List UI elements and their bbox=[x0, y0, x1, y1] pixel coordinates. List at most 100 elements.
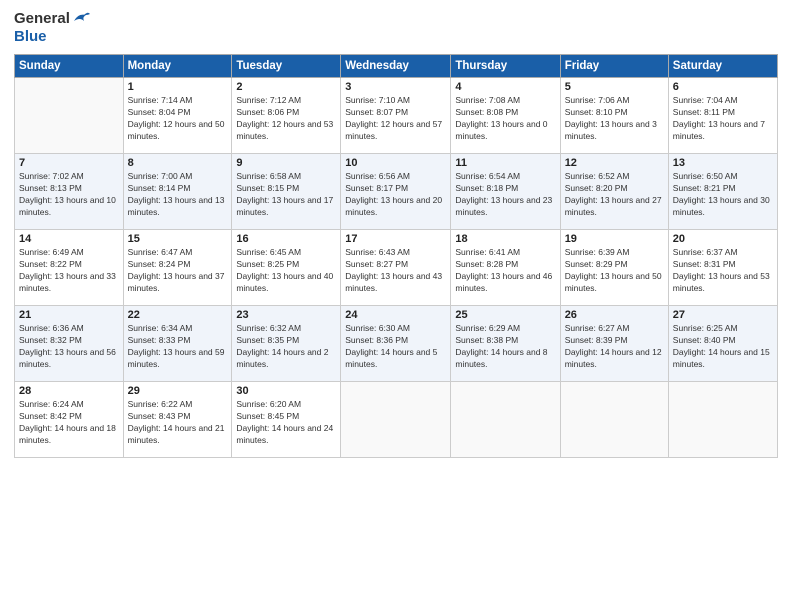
calendar-cell: 9 Sunrise: 6:58 AMSunset: 8:15 PMDayligh… bbox=[232, 154, 341, 230]
day-info: Sunrise: 6:34 AMSunset: 8:33 PMDaylight:… bbox=[128, 323, 225, 369]
day-number: 3 bbox=[345, 81, 446, 93]
day-info: Sunrise: 6:45 AMSunset: 8:25 PMDaylight:… bbox=[236, 247, 333, 293]
logo: General Blue bbox=[14, 10, 90, 46]
calendar-cell: 27 Sunrise: 6:25 AMSunset: 8:40 PMDaylig… bbox=[668, 306, 777, 382]
day-number: 20 bbox=[673, 233, 773, 245]
day-info: Sunrise: 6:29 AMSunset: 8:38 PMDaylight:… bbox=[455, 323, 547, 369]
day-info: Sunrise: 6:58 AMSunset: 8:15 PMDaylight:… bbox=[236, 171, 333, 217]
day-number: 27 bbox=[673, 309, 773, 321]
day-info: Sunrise: 6:27 AMSunset: 8:39 PMDaylight:… bbox=[565, 323, 662, 369]
calendar-cell: 21 Sunrise: 6:36 AMSunset: 8:32 PMDaylig… bbox=[15, 306, 124, 382]
day-info: Sunrise: 6:36 AMSunset: 8:32 PMDaylight:… bbox=[19, 323, 116, 369]
day-number: 25 bbox=[455, 309, 555, 321]
calendar-cell: 17 Sunrise: 6:43 AMSunset: 8:27 PMDaylig… bbox=[341, 230, 451, 306]
calendar-cell: 30 Sunrise: 6:20 AMSunset: 8:45 PMDaylig… bbox=[232, 382, 341, 458]
logo-blue-text2: Blue bbox=[14, 28, 90, 46]
calendar-week-row: 28 Sunrise: 6:24 AMSunset: 8:42 PMDaylig… bbox=[15, 382, 778, 458]
calendar-table: SundayMondayTuesdayWednesdayThursdayFrid… bbox=[14, 54, 778, 458]
day-number: 30 bbox=[236, 385, 336, 397]
calendar-cell: 10 Sunrise: 6:56 AMSunset: 8:17 PMDaylig… bbox=[341, 154, 451, 230]
day-number: 5 bbox=[565, 81, 664, 93]
day-header: Saturday bbox=[668, 55, 777, 78]
day-header: Monday bbox=[123, 55, 232, 78]
calendar-cell: 11 Sunrise: 6:54 AMSunset: 8:18 PMDaylig… bbox=[451, 154, 560, 230]
header: General Blue bbox=[14, 10, 778, 46]
day-number: 17 bbox=[345, 233, 446, 245]
day-info: Sunrise: 6:24 AMSunset: 8:42 PMDaylight:… bbox=[19, 399, 116, 445]
calendar-cell bbox=[15, 78, 124, 154]
day-number: 15 bbox=[128, 233, 228, 245]
day-info: Sunrise: 6:54 AMSunset: 8:18 PMDaylight:… bbox=[455, 171, 552, 217]
calendar-week-row: 21 Sunrise: 6:36 AMSunset: 8:32 PMDaylig… bbox=[15, 306, 778, 382]
day-header: Sunday bbox=[15, 55, 124, 78]
day-info: Sunrise: 6:20 AMSunset: 8:45 PMDaylight:… bbox=[236, 399, 333, 445]
calendar-cell: 13 Sunrise: 6:50 AMSunset: 8:21 PMDaylig… bbox=[668, 154, 777, 230]
calendar-cell: 28 Sunrise: 6:24 AMSunset: 8:42 PMDaylig… bbox=[15, 382, 124, 458]
calendar-week-row: 1 Sunrise: 7:14 AMSunset: 8:04 PMDayligh… bbox=[15, 78, 778, 154]
day-info: Sunrise: 6:49 AMSunset: 8:22 PMDaylight:… bbox=[19, 247, 116, 293]
day-number: 19 bbox=[565, 233, 664, 245]
calendar-cell: 7 Sunrise: 7:02 AMSunset: 8:13 PMDayligh… bbox=[15, 154, 124, 230]
day-info: Sunrise: 6:25 AMSunset: 8:40 PMDaylight:… bbox=[673, 323, 770, 369]
day-info: Sunrise: 6:50 AMSunset: 8:21 PMDaylight:… bbox=[673, 171, 770, 217]
header-row: SundayMondayTuesdayWednesdayThursdayFrid… bbox=[15, 55, 778, 78]
day-number: 21 bbox=[19, 309, 119, 321]
day-number: 28 bbox=[19, 385, 119, 397]
day-info: Sunrise: 7:08 AMSunset: 8:08 PMDaylight:… bbox=[455, 95, 547, 141]
day-number: 1 bbox=[128, 81, 228, 93]
day-number: 7 bbox=[19, 157, 119, 169]
day-info: Sunrise: 6:30 AMSunset: 8:36 PMDaylight:… bbox=[345, 323, 437, 369]
calendar-cell: 15 Sunrise: 6:47 AMSunset: 8:24 PMDaylig… bbox=[123, 230, 232, 306]
day-number: 2 bbox=[236, 81, 336, 93]
day-number: 14 bbox=[19, 233, 119, 245]
calendar-cell: 19 Sunrise: 6:39 AMSunset: 8:29 PMDaylig… bbox=[560, 230, 668, 306]
day-info: Sunrise: 6:41 AMSunset: 8:28 PMDaylight:… bbox=[455, 247, 552, 293]
calendar-cell: 24 Sunrise: 6:30 AMSunset: 8:36 PMDaylig… bbox=[341, 306, 451, 382]
day-info: Sunrise: 7:04 AMSunset: 8:11 PMDaylight:… bbox=[673, 95, 765, 141]
day-number: 10 bbox=[345, 157, 446, 169]
calendar-cell: 22 Sunrise: 6:34 AMSunset: 8:33 PMDaylig… bbox=[123, 306, 232, 382]
calendar-cell: 2 Sunrise: 7:12 AMSunset: 8:06 PMDayligh… bbox=[232, 78, 341, 154]
day-number: 29 bbox=[128, 385, 228, 397]
day-info: Sunrise: 6:22 AMSunset: 8:43 PMDaylight:… bbox=[128, 399, 225, 445]
day-header: Tuesday bbox=[232, 55, 341, 78]
day-info: Sunrise: 7:06 AMSunset: 8:10 PMDaylight:… bbox=[565, 95, 657, 141]
day-info: Sunrise: 6:39 AMSunset: 8:29 PMDaylight:… bbox=[565, 247, 662, 293]
day-number: 16 bbox=[236, 233, 336, 245]
calendar-cell: 8 Sunrise: 7:00 AMSunset: 8:14 PMDayligh… bbox=[123, 154, 232, 230]
day-info: Sunrise: 7:10 AMSunset: 8:07 PMDaylight:… bbox=[345, 95, 442, 141]
day-info: Sunrise: 6:32 AMSunset: 8:35 PMDaylight:… bbox=[236, 323, 328, 369]
calendar-cell bbox=[668, 382, 777, 458]
calendar-cell: 29 Sunrise: 6:22 AMSunset: 8:43 PMDaylig… bbox=[123, 382, 232, 458]
calendar-cell bbox=[451, 382, 560, 458]
calendar-week-row: 7 Sunrise: 7:02 AMSunset: 8:13 PMDayligh… bbox=[15, 154, 778, 230]
day-header: Wednesday bbox=[341, 55, 451, 78]
calendar-cell: 26 Sunrise: 6:27 AMSunset: 8:39 PMDaylig… bbox=[560, 306, 668, 382]
calendar-cell: 3 Sunrise: 7:10 AMSunset: 8:07 PMDayligh… bbox=[341, 78, 451, 154]
day-info: Sunrise: 7:02 AMSunset: 8:13 PMDaylight:… bbox=[19, 171, 116, 217]
calendar-cell: 16 Sunrise: 6:45 AMSunset: 8:25 PMDaylig… bbox=[232, 230, 341, 306]
calendar-cell: 6 Sunrise: 7:04 AMSunset: 8:11 PMDayligh… bbox=[668, 78, 777, 154]
page: General Blue SundayMondayTuesdayWednesda… bbox=[0, 0, 792, 612]
logo-general-text2: General bbox=[14, 10, 70, 28]
day-number: 23 bbox=[236, 309, 336, 321]
day-number: 6 bbox=[673, 81, 773, 93]
calendar-cell bbox=[341, 382, 451, 458]
day-info: Sunrise: 7:00 AMSunset: 8:14 PMDaylight:… bbox=[128, 171, 225, 217]
calendar-cell: 1 Sunrise: 7:14 AMSunset: 8:04 PMDayligh… bbox=[123, 78, 232, 154]
day-header: Thursday bbox=[451, 55, 560, 78]
calendar-cell: 25 Sunrise: 6:29 AMSunset: 8:38 PMDaylig… bbox=[451, 306, 560, 382]
day-info: Sunrise: 7:12 AMSunset: 8:06 PMDaylight:… bbox=[236, 95, 333, 141]
calendar-cell: 12 Sunrise: 6:52 AMSunset: 8:20 PMDaylig… bbox=[560, 154, 668, 230]
day-number: 8 bbox=[128, 157, 228, 169]
calendar-week-row: 14 Sunrise: 6:49 AMSunset: 8:22 PMDaylig… bbox=[15, 230, 778, 306]
day-number: 18 bbox=[455, 233, 555, 245]
day-number: 4 bbox=[455, 81, 555, 93]
calendar-cell: 5 Sunrise: 7:06 AMSunset: 8:10 PMDayligh… bbox=[560, 78, 668, 154]
day-number: 13 bbox=[673, 157, 773, 169]
logo-bird-icon bbox=[72, 9, 90, 27]
day-number: 11 bbox=[455, 157, 555, 169]
calendar-cell: 14 Sunrise: 6:49 AMSunset: 8:22 PMDaylig… bbox=[15, 230, 124, 306]
calendar-cell bbox=[560, 382, 668, 458]
day-number: 22 bbox=[128, 309, 228, 321]
